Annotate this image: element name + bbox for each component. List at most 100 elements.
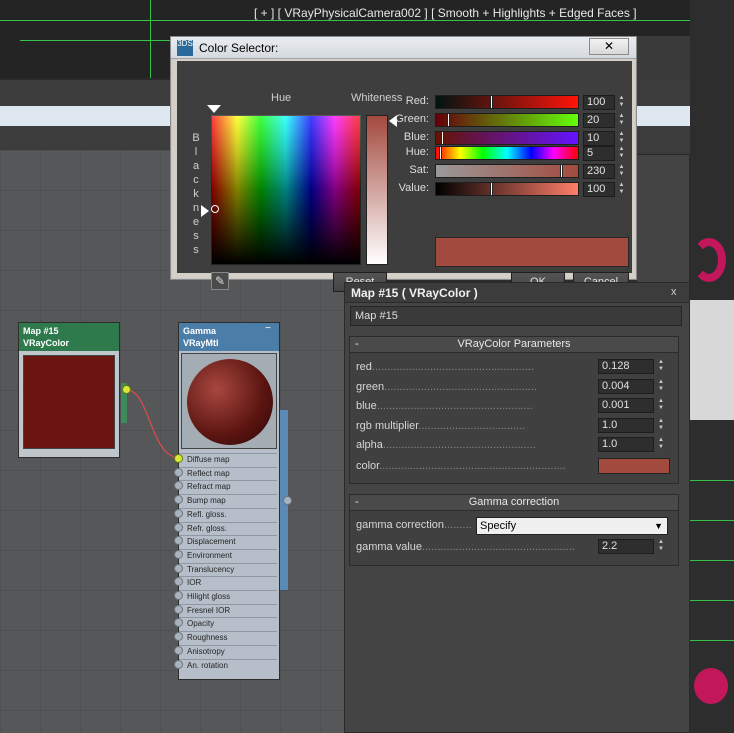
param-label: green...................................… xyxy=(356,380,537,393)
material-slot[interactable]: Translucency xyxy=(179,562,277,576)
eyedropper-icon[interactable]: ✎ xyxy=(211,272,229,290)
material-slot[interactable]: Environment xyxy=(179,548,277,562)
param-value-field[interactable]: 0.004 xyxy=(598,378,654,394)
value-spinner[interactable]: ▲ ▼ xyxy=(617,113,626,128)
param-label-text: blue xyxy=(356,400,377,413)
material-slot[interactable]: Anisotropy xyxy=(179,644,277,658)
material-slot[interactable]: IOR xyxy=(179,576,277,590)
map-panel-titlebar[interactable]: Map #15 ( VRayColor ) x xyxy=(345,283,689,303)
color-channel-slider[interactable] xyxy=(435,131,579,145)
blackness-pointer[interactable] xyxy=(201,205,209,217)
slot-input-socket[interactable] xyxy=(174,645,183,655)
param-spinner[interactable]: ▲ ▼ xyxy=(656,359,666,374)
hue-pointer[interactable] xyxy=(207,105,221,113)
param-value-field[interactable]: 0.128 xyxy=(598,359,654,374)
gamma-correction-text: gamma correction xyxy=(356,519,445,531)
value-spinner[interactable]: ▲ ▼ xyxy=(617,182,626,197)
slider-thumb[interactable] xyxy=(490,95,494,109)
color-channel-slider[interactable] xyxy=(435,95,579,109)
slot-input-socket[interactable] xyxy=(174,508,183,518)
material-slot[interactable]: Displacement xyxy=(179,535,277,549)
material-slot[interactable]: Refr. gloss. xyxy=(179,521,277,535)
material-slot[interactable]: Roughness xyxy=(179,631,277,645)
gamma-correction-dropdown[interactable]: Specify ▼ xyxy=(476,517,668,535)
material-slot[interactable]: Refract map xyxy=(179,480,277,494)
slot-input-socket[interactable] xyxy=(174,604,183,614)
slot-input-socket[interactable] xyxy=(174,563,183,573)
material-slot[interactable]: Opacity xyxy=(179,617,277,631)
material-node[interactable]: Gamma VRayMtl − Diffuse map Reflect map Re… xyxy=(174,322,280,680)
slider-thumb[interactable] xyxy=(438,146,442,160)
color-channel-value[interactable]: 100 xyxy=(583,95,615,110)
value-spinner[interactable]: ▲ ▼ xyxy=(617,146,626,161)
slot-input-socket[interactable] xyxy=(174,549,183,559)
material-slot[interactable]: Fresnel IOR xyxy=(179,603,277,617)
rollout-header[interactable]: - Gamma correction xyxy=(350,495,678,511)
color-channel-slider[interactable] xyxy=(435,113,579,127)
material-node-output-socket[interactable] xyxy=(283,496,292,505)
material-editor-side: ✕ ▼ xyxy=(636,36,690,286)
hue-highlight xyxy=(211,115,361,190)
param-value-field[interactable]: 1.0 xyxy=(598,417,654,433)
value-spinner[interactable]: ▲ ▼ xyxy=(617,164,626,179)
material-slot[interactable]: Bump map xyxy=(179,494,277,508)
param-spinner[interactable]: ▲ ▼ xyxy=(656,398,666,413)
param-value-field[interactable]: 1.0 xyxy=(598,437,654,453)
material-node-title: Gamma xyxy=(183,326,217,336)
slider-thumb[interactable] xyxy=(441,131,445,145)
rollout-title: Gamma correction xyxy=(468,496,560,508)
close-button[interactable]: ✕ xyxy=(589,38,629,55)
param-label: alpha...................................… xyxy=(356,439,536,452)
slot-input-socket[interactable] xyxy=(174,591,183,600)
map-node-title: Map #15 xyxy=(23,326,59,336)
map-panel-title: Map #15 ( VRayColor ) xyxy=(351,286,478,300)
color-selector-titlebar[interactable]: 3DS Color Selector: ✕ xyxy=(171,37,636,59)
material-slot[interactable]: Hilight gloss xyxy=(179,590,277,603)
slot-input-socket[interactable] xyxy=(174,522,183,532)
map-node-type: VRayColor xyxy=(23,338,70,348)
color-channel-value[interactable]: 5 xyxy=(583,146,615,161)
param-label-text: rgb multiplier xyxy=(356,419,419,432)
color-channel-label: Blue: xyxy=(403,131,429,143)
material-node-type: VRayMtl xyxy=(183,338,219,348)
slider-thumb[interactable] xyxy=(446,113,450,127)
param-spinner[interactable]: ▲ ▼ xyxy=(656,418,666,433)
color-channel-value[interactable]: 20 xyxy=(583,113,615,128)
material-slot[interactable]: Diffuse map xyxy=(179,453,277,466)
rollout-header[interactable]: - VRayColor Parameters xyxy=(350,337,678,353)
color-channel-label: Sat: xyxy=(409,164,429,176)
param-spinner[interactable]: ▲ ▼ xyxy=(656,437,666,452)
color-channel-value[interactable]: 230 xyxy=(583,164,615,179)
slider-thumb[interactable] xyxy=(490,182,494,196)
gamma-correction-rollout: - Gamma correction gamma correction.....… xyxy=(349,494,679,566)
map-node-output-socket[interactable] xyxy=(122,385,131,394)
material-slot[interactable]: An. rotation xyxy=(179,658,277,672)
param-spinner[interactable]: ▲ ▼ xyxy=(656,379,666,394)
crosshair-icon xyxy=(211,205,219,213)
map-node[interactable]: Map #15 VRayColor xyxy=(18,322,127,458)
gamma-value-spinner[interactable]: ▲ ▼ xyxy=(656,539,666,554)
value-spinner[interactable]: ▲ ▼ xyxy=(617,131,626,146)
slider-thumb[interactable] xyxy=(560,164,564,178)
param-label-text: red xyxy=(356,361,372,373)
color-label-text: color xyxy=(356,460,380,472)
param-label: blue....................................… xyxy=(356,400,533,413)
slot-input-socket[interactable] xyxy=(174,454,183,463)
material-slot[interactable]: Refl. gloss. xyxy=(179,507,277,521)
map-name-field[interactable]: Map #15 xyxy=(350,306,682,326)
color-channel-slider[interactable] xyxy=(435,182,579,196)
minimize-icon[interactable]: − xyxy=(265,324,275,335)
value-spinner[interactable]: ▲ ▼ xyxy=(617,95,626,110)
param-value-field[interactable]: 0.001 xyxy=(598,398,654,414)
color-channel-value[interactable]: 100 xyxy=(583,182,615,197)
close-icon[interactable]: x xyxy=(671,286,677,298)
color-channel-value[interactable]: 10 xyxy=(583,131,615,146)
slot-input-socket[interactable] xyxy=(174,467,183,477)
slot-input-socket[interactable] xyxy=(174,659,183,669)
color-channel-slider[interactable] xyxy=(435,146,579,160)
gamma-value-field[interactable]: 2.2 xyxy=(598,539,654,554)
gamma-value-text: gamma value xyxy=(356,541,423,553)
color-channel-slider[interactable] xyxy=(435,164,579,178)
material-slot[interactable]: Reflect map xyxy=(179,466,277,480)
color-param-swatch[interactable] xyxy=(598,458,670,474)
